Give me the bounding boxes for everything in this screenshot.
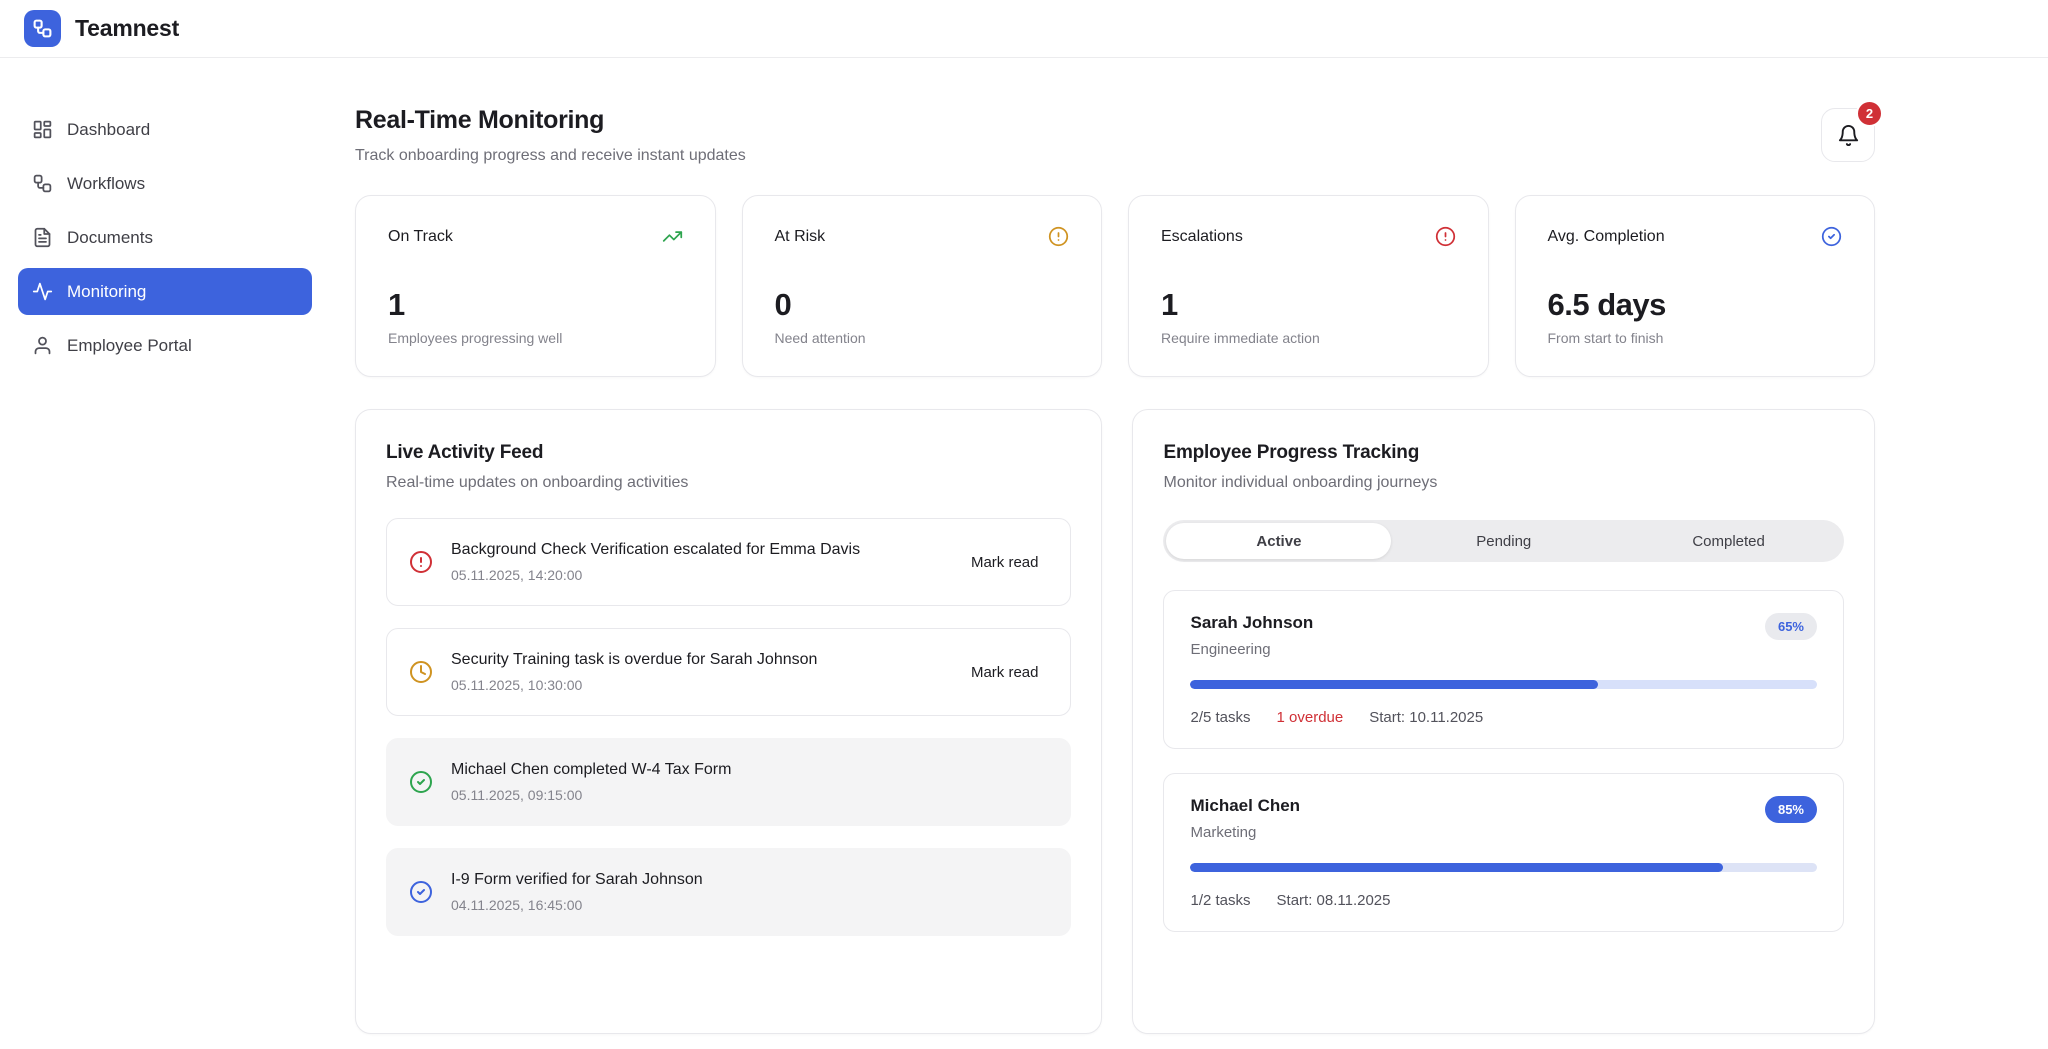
tab-active[interactable]: Active: [1166, 523, 1391, 559]
feed-item-timestamp: 05.11.2025, 14:20:00: [451, 567, 943, 583]
sidebar-item-dashboard[interactable]: Dashboard: [18, 106, 312, 153]
feed-item: Michael Chen completed W-4 Tax Form 05.1…: [386, 738, 1071, 826]
feed-title: Live Activity Feed: [386, 442, 1071, 464]
progress-bar: [1190, 863, 1817, 872]
dashboard-icon: [32, 119, 53, 140]
feed-list: Background Check Verification escalated …: [386, 518, 1071, 936]
sidebar-item-label: Employee Portal: [67, 336, 192, 356]
workflow-icon: [32, 173, 53, 194]
feed-item-text: Security Training task is overdue for Sa…: [451, 651, 943, 669]
alert-circle-icon: [409, 550, 433, 574]
sidebar-item-label: Documents: [67, 228, 153, 248]
feed-item-timestamp: 05.11.2025, 10:30:00: [451, 677, 943, 693]
feed-item-text: Background Check Verification escalated …: [451, 541, 943, 559]
sidebar-item-monitoring[interactable]: Monitoring: [18, 268, 312, 315]
alert-circle-icon: [1435, 226, 1456, 247]
employee-card: Michael Chen Marketing 85% 1/2 tasks Sta…: [1163, 773, 1844, 932]
progress-title: Employee Progress Tracking: [1163, 442, 1844, 464]
feed-item-text: Michael Chen completed W-4 Tax Form: [451, 761, 1048, 779]
mark-read-button[interactable]: Mark read: [961, 546, 1049, 579]
alert-circle-icon: [1048, 226, 1069, 247]
stat-card-avg-completion: Avg. Completion 6.5 days From start to f…: [1515, 195, 1876, 377]
stat-label: Escalations: [1161, 228, 1243, 246]
stats-row: On Track 1 Employees progressing well At…: [355, 195, 1875, 377]
stat-value: 1: [388, 287, 683, 323]
workflow-logo-icon: [32, 18, 53, 39]
employee-progress-panel: Employee Progress Tracking Monitor indiv…: [1132, 409, 1875, 1034]
check-circle-icon: [409, 770, 433, 794]
employee-card: Sarah Johnson Engineering 65% 2/5 tasks …: [1163, 590, 1844, 749]
employee-name: Michael Chen: [1190, 796, 1300, 816]
tab-pending[interactable]: Pending: [1391, 523, 1616, 559]
stat-subtitle: Employees progressing well: [388, 330, 683, 346]
employee-department: Marketing: [1190, 824, 1300, 841]
brand-logo: [24, 10, 61, 47]
stat-label: On Track: [388, 228, 453, 246]
sidebar: Dashboard Workflows Documents: [0, 58, 330, 1049]
sidebar-item-label: Dashboard: [67, 120, 150, 140]
employee-tasks: 1/2 tasks: [1190, 892, 1250, 909]
top-bar: Teamnest: [0, 0, 2048, 58]
feed-item-text: I-9 Form verified for Sarah Johnson: [451, 871, 1048, 889]
trending-up-icon: [662, 226, 683, 247]
stat-value: 1: [1161, 287, 1456, 323]
percent-badge: 85%: [1765, 796, 1817, 823]
feed-item: Background Check Verification escalated …: [386, 518, 1071, 606]
sidebar-item-label: Monitoring: [67, 282, 146, 302]
notification-count-badge: 2: [1856, 100, 1883, 127]
progress-tabs: Active Pending Completed: [1163, 520, 1844, 562]
stat-label: Avg. Completion: [1548, 228, 1665, 246]
stat-value: 6.5 days: [1548, 287, 1843, 323]
activity-icon: [32, 281, 53, 302]
employee-name: Sarah Johnson: [1190, 613, 1313, 633]
page-title: Real-Time Monitoring: [355, 106, 746, 135]
document-icon: [32, 227, 53, 248]
progress-bar: [1190, 680, 1817, 689]
sidebar-item-workflows[interactable]: Workflows: [18, 160, 312, 207]
feed-item: Security Training task is overdue for Sa…: [386, 628, 1071, 716]
page-subtitle: Track onboarding progress and receive in…: [355, 147, 746, 165]
percent-badge: 65%: [1765, 613, 1817, 640]
stat-card-at-risk: At Risk 0 Need attention: [742, 195, 1103, 377]
sidebar-item-employee-portal[interactable]: Employee Portal: [18, 322, 312, 369]
check-circle-icon: [409, 880, 433, 904]
live-activity-feed-panel: Live Activity Feed Real-time updates on …: [355, 409, 1102, 1034]
bell-icon: [1837, 124, 1860, 147]
stat-value: 0: [775, 287, 1070, 323]
clock-icon: [409, 660, 433, 684]
sidebar-item-documents[interactable]: Documents: [18, 214, 312, 261]
sidebar-item-label: Workflows: [67, 174, 145, 194]
employee-tasks: 2/5 tasks: [1190, 709, 1250, 726]
feed-subtitle: Real-time updates on onboarding activiti…: [386, 474, 1071, 492]
feed-item-timestamp: 04.11.2025, 16:45:00: [451, 897, 1048, 913]
user-icon: [32, 335, 53, 356]
employee-list: Sarah Johnson Engineering 65% 2/5 tasks …: [1163, 590, 1844, 932]
feed-item-timestamp: 05.11.2025, 09:15:00: [451, 787, 1048, 803]
feed-item: I-9 Form verified for Sarah Johnson 04.1…: [386, 848, 1071, 936]
notifications-button[interactable]: 2: [1821, 108, 1875, 162]
mark-read-button[interactable]: Mark read: [961, 656, 1049, 689]
tab-completed[interactable]: Completed: [1616, 523, 1841, 559]
main-content: Real-Time Monitoring Track onboarding pr…: [355, 58, 1875, 1049]
employee-start-date: Start: 10.11.2025: [1369, 709, 1483, 726]
progress-bar-fill: [1190, 863, 1723, 872]
stat-subtitle: Need attention: [775, 330, 1070, 346]
progress-bar-fill: [1190, 680, 1597, 689]
progress-subtitle: Monitor individual onboarding journeys: [1163, 474, 1844, 492]
stat-label: At Risk: [775, 228, 826, 246]
employee-start-date: Start: 08.11.2025: [1277, 892, 1391, 909]
stat-subtitle: Require immediate action: [1161, 330, 1456, 346]
stat-card-on-track: On Track 1 Employees progressing well: [355, 195, 716, 377]
check-circle-icon: [1821, 226, 1842, 247]
employee-overdue: 1 overdue: [1277, 709, 1344, 726]
stat-card-escalations: Escalations 1 Require immediate action: [1128, 195, 1489, 377]
brand-name: Teamnest: [75, 15, 179, 42]
employee-department: Engineering: [1190, 641, 1313, 658]
stat-subtitle: From start to finish: [1548, 330, 1843, 346]
